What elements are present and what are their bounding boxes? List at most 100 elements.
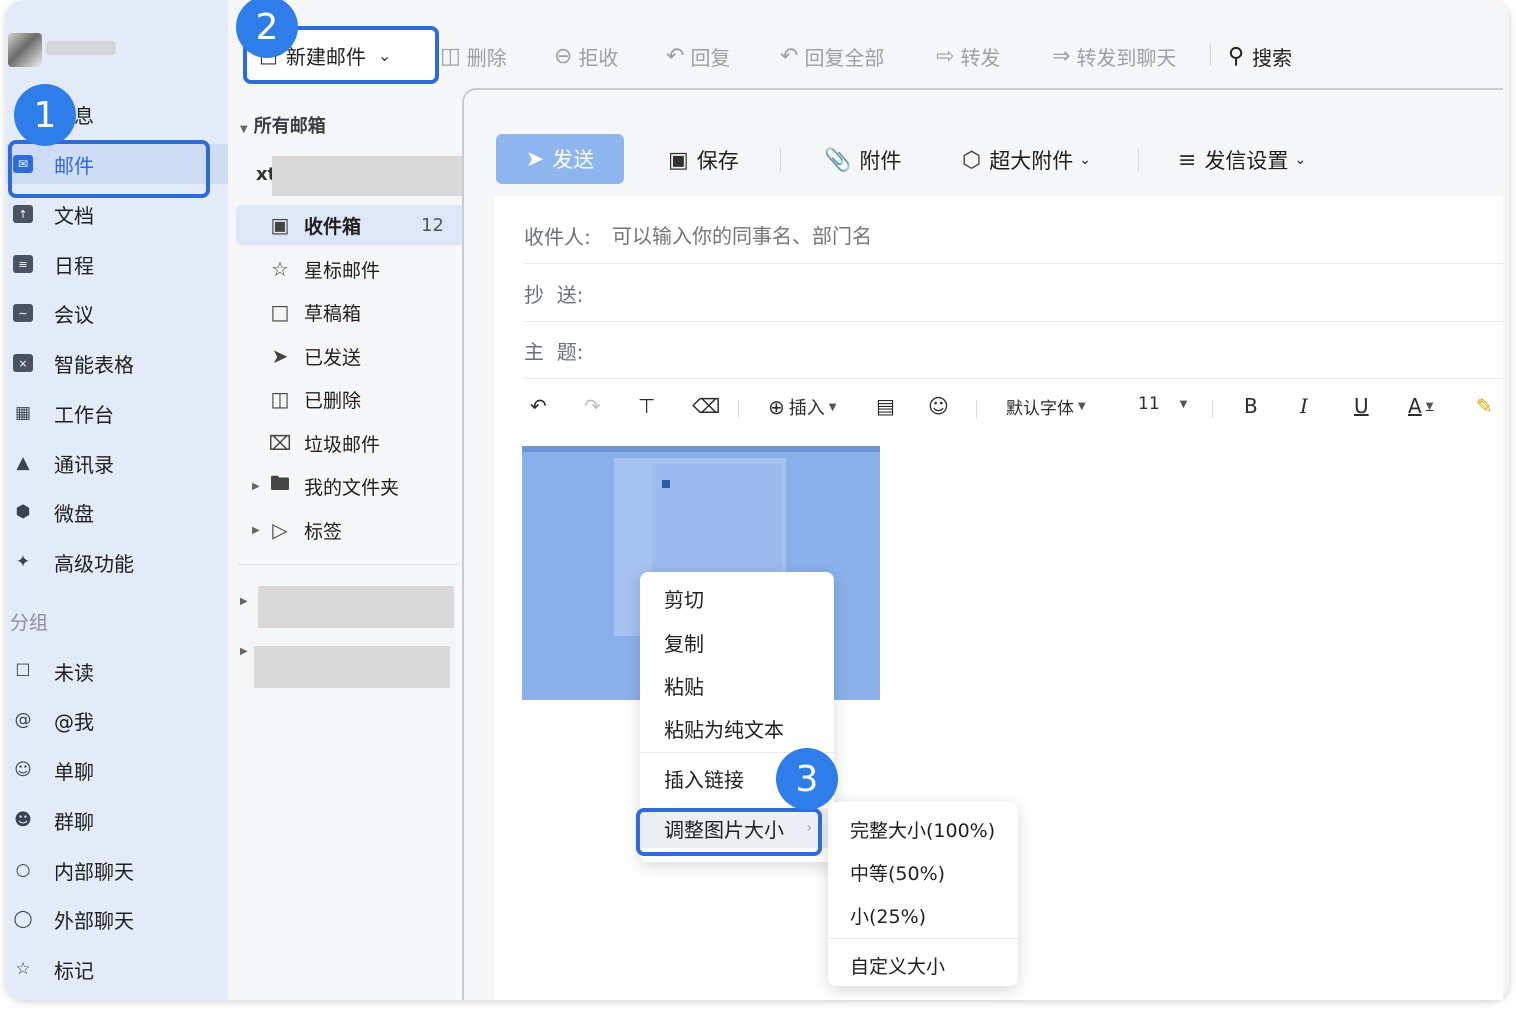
caret-down-icon: ▼ [1179, 398, 1188, 410]
folder-deleted[interactable]: ◫ 已删除 [236, 379, 464, 419]
caret-down-icon: ▼ [1425, 400, 1434, 412]
at-icon: @ [14, 710, 32, 730]
expand-arrow-icon[interactable]: ▶ [240, 596, 248, 607]
emoji-icon[interactable]: ☺ [928, 394, 949, 418]
folder-spam[interactable]: ⌧ 垃圾邮件 [236, 423, 464, 463]
nav-item-workbench[interactable]: ▦ 工作台 [6, 393, 228, 433]
nav-group-marked[interactable]: ☆ 标记 [6, 949, 228, 989]
send-label: 发送 [552, 148, 595, 172]
expand-arrow-icon[interactable]: ▶ [252, 525, 260, 536]
draft-icon: □ [270, 300, 290, 324]
submenu-item-medium[interactable]: 中等(50%) [828, 851, 1018, 893]
folder-column: ▼ 所有邮箱 xt ▣ 收件箱 12 ☆ 星标邮件 □ 草稿箱 ➤ 已发送 ◫ 已… [228, 0, 468, 1000]
reply-button[interactable]: ↶ 回复 [666, 38, 730, 74]
save-icon: ▣ [668, 147, 689, 173]
submenu-item-full-size[interactable]: 完整大小(100%) [828, 808, 1018, 850]
nav-label: 会议 [54, 302, 94, 327]
folder-inbox[interactable]: ▣ 收件箱 12 [236, 205, 464, 245]
send-settings-button[interactable]: ≡ 发信设置 ⌄ [1178, 140, 1306, 180]
chevron-down-icon: ⌄ [1294, 152, 1307, 168]
italic-button[interactable]: I [1300, 394, 1308, 418]
nav-item-meeting[interactable]: ∼ 会议 [6, 293, 228, 333]
nav-group-internal-chat[interactable]: ○ 内部聊天 [6, 850, 228, 890]
bold-button[interactable]: B [1244, 394, 1258, 418]
attach-label: 附件 [859, 149, 902, 173]
delete-button[interactable]: ◫ 删除 [440, 38, 507, 74]
nav-group-group-chat[interactable]: ☻ 群聊 [6, 800, 228, 840]
nav-item-drive[interactable]: ⬢ 微盘 [6, 492, 228, 532]
save-button[interactable]: ▣ 保存 [668, 140, 739, 180]
reject-button[interactable]: ⊖ 拒收 [554, 38, 618, 74]
account-row[interactable]: xt [256, 156, 468, 196]
search-button[interactable]: ⚲ 搜索 [1228, 38, 1292, 74]
font-size-select[interactable]: 11 ▼ [1138, 394, 1187, 414]
subject-input[interactable] [612, 338, 1212, 363]
search-label: 搜索 [1252, 45, 1293, 70]
large-attachment-button[interactable]: ⬡ 超大附件 ⌄ [962, 140, 1091, 180]
nav-group-unread[interactable]: ☐ 未读 [6, 651, 228, 691]
nav-group-at-me[interactable]: @ @我 [6, 700, 228, 740]
eraser-icon[interactable]: ⌫ [692, 394, 720, 418]
forward-to-chat-button[interactable]: ⇒ 转发到聊天 [1052, 38, 1176, 74]
menu-item-paste-plain[interactable]: 粘贴为纯文本 [640, 708, 834, 748]
undo-icon[interactable]: ↶ [530, 394, 547, 418]
insert-button[interactable]: ⊕ 插入 ▼ [768, 394, 836, 420]
insert-label: 插入 [788, 398, 825, 419]
redacted-account-3[interactable] [254, 646, 450, 688]
menu-item-paste[interactable]: 粘贴 [640, 665, 834, 705]
folder-starred[interactable]: ☆ 星标邮件 [236, 249, 464, 289]
avatar[interactable] [8, 33, 42, 67]
plus-circle-icon: ⊕ [768, 395, 785, 419]
folder-label: 垃圾邮件 [304, 433, 381, 456]
attach-button[interactable]: 📎 附件 [824, 140, 901, 180]
nav-item-calendar[interactable]: ≡ 日程 [6, 244, 228, 284]
expand-arrow-icon[interactable]: ▶ [240, 646, 248, 657]
reply-label: 回复 [690, 45, 731, 70]
unread-count: 12 [421, 214, 444, 236]
search-icon: ⚲ [1228, 43, 1245, 69]
image-dot [662, 480, 670, 488]
template-icon[interactable]: ▤ [876, 394, 895, 418]
cc-input[interactable] [612, 281, 1212, 306]
chevron-down-icon[interactable]: ⌄ [378, 46, 391, 65]
folder-label: 我的文件夹 [304, 476, 400, 499]
submenu-item-small[interactable]: 小(25%) [828, 894, 1018, 936]
folder-sent[interactable]: ➤ 已发送 [236, 336, 464, 376]
format-painter-icon[interactable]: ⊤ [638, 394, 655, 418]
font-color-button[interactable]: A ▼ [1408, 394, 1433, 418]
redo-icon[interactable]: ↷ [584, 394, 601, 418]
menu-item-cut[interactable]: 剪切 [640, 578, 834, 618]
submenu-item-custom[interactable]: 自定义大小 [828, 944, 1018, 986]
nav-item-docs[interactable]: ↑ 文档 [6, 194, 228, 234]
expand-arrow-icon[interactable]: ▶ [252, 481, 260, 492]
format-toolbar: ↶ ↷ ⊤ ⌫ ⊕ 插入 ▼ ▤ ☺ 默认字体 ▼ 11 ▼ B I U A ▼ ✎ [524, 386, 1503, 430]
folder-tags[interactable]: ▶ ▷ 标签 [236, 510, 464, 550]
nav-label: @我 [54, 709, 94, 734]
font-family-select[interactable]: 默认字体 ▼ [1006, 394, 1086, 419]
all-mailboxes-header[interactable]: ▼ 所有邮箱 [240, 112, 326, 138]
folder-label: 星标邮件 [304, 259, 381, 282]
highlight-icon[interactable]: ✎ [1476, 394, 1493, 418]
folder-my-folders[interactable]: ▶ 🖿 我的文件夹 [236, 466, 464, 506]
meeting-icon: ∼ [12, 302, 34, 324]
document-icon: ↑ [12, 203, 34, 225]
spam-icon: ⌧ [268, 431, 292, 455]
font-color-label: A [1408, 394, 1422, 418]
nav-group-single-chat[interactable]: ☺ 单聊 [6, 750, 228, 790]
nav-item-contacts[interactable]: ▲ 通讯录 [6, 443, 228, 483]
send-button[interactable]: ➤ 发送 [496, 134, 624, 184]
nav-item-advanced[interactable]: ✦ 高级功能 [6, 542, 228, 582]
menu-item-copy[interactable]: 复制 [640, 622, 834, 662]
folder-icon: 🖿 [270, 471, 290, 495]
format-divider [738, 400, 739, 418]
nav-group-external-chat[interactable]: ◯ 外部聊天 [6, 899, 228, 939]
forward-button[interactable]: ⇨ 转发 [936, 38, 1000, 74]
nav-label: 未读 [54, 660, 94, 685]
redacted-account-2[interactable] [258, 586, 454, 628]
to-input[interactable] [612, 223, 1212, 248]
folder-drafts[interactable]: □ 草稿箱 [236, 292, 464, 332]
nav-item-smart-sheet[interactable]: × 智能表格 [6, 343, 228, 383]
reply-all-button[interactable]: ↶ 回复全部 [780, 38, 884, 74]
profile[interactable]: ** [6, 28, 228, 72]
underline-button[interactable]: U [1354, 394, 1369, 418]
